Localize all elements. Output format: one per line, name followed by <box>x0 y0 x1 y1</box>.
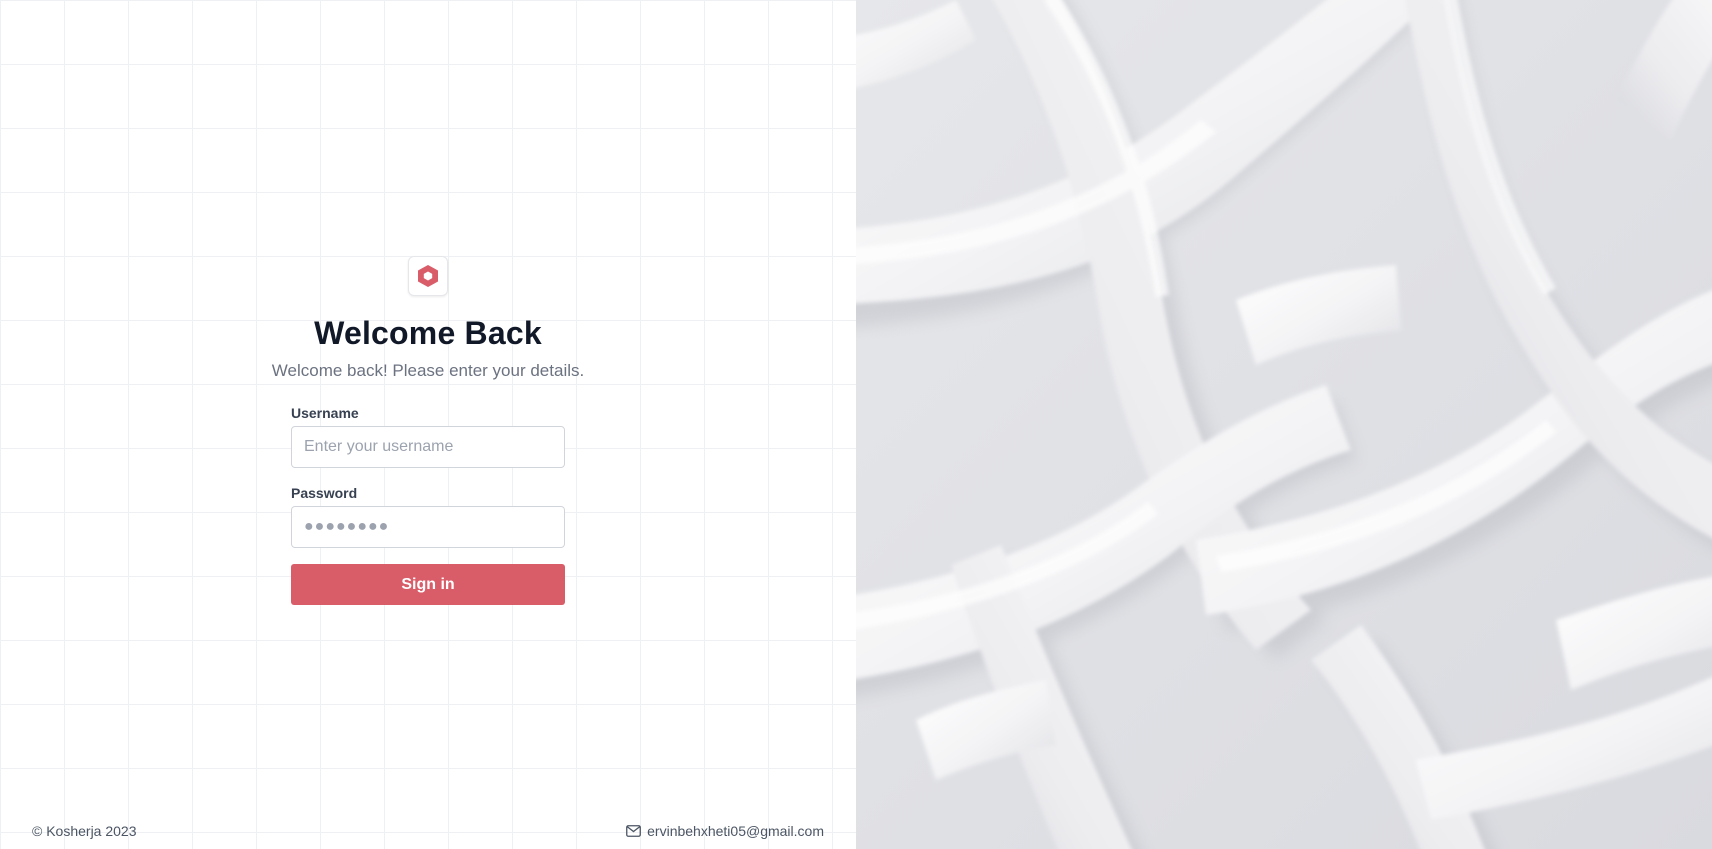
footer-email[interactable]: ervinbehxheti05@gmail.com <box>626 822 824 840</box>
password-label: Password <box>291 485 358 501</box>
woven-pattern-image <box>856 0 1712 849</box>
login-form-container: Welcome Back Welcome back! Please enter … <box>0 256 856 605</box>
sign-in-button[interactable]: Sign in <box>291 564 565 605</box>
copyright-text: © Kosherja 2023 <box>32 823 137 839</box>
username-input[interactable] <box>291 426 565 468</box>
contact-email: ervinbehxheti05@gmail.com <box>647 823 824 839</box>
page-subtitle: Welcome back! Please enter your details. <box>271 361 585 380</box>
username-label: Username <box>291 405 359 421</box>
logo <box>408 256 448 296</box>
login-page: Welcome Back Welcome back! Please enter … <box>0 0 1712 849</box>
mail-icon <box>626 825 642 837</box>
username-field-group: Username <box>291 404 565 468</box>
footer: © Kosherja 2023 ervinbehxheti05@gmail.co… <box>32 822 824 840</box>
decorative-background-image <box>856 0 1712 849</box>
hexagon-logo-icon <box>418 265 438 287</box>
page-title: Welcome Back <box>314 315 542 351</box>
password-input[interactable] <box>291 506 565 548</box>
password-field-group: Password <box>291 484 565 548</box>
login-form: Username Password Sign in <box>291 404 565 605</box>
login-panel: Welcome Back Welcome back! Please enter … <box>0 0 856 849</box>
